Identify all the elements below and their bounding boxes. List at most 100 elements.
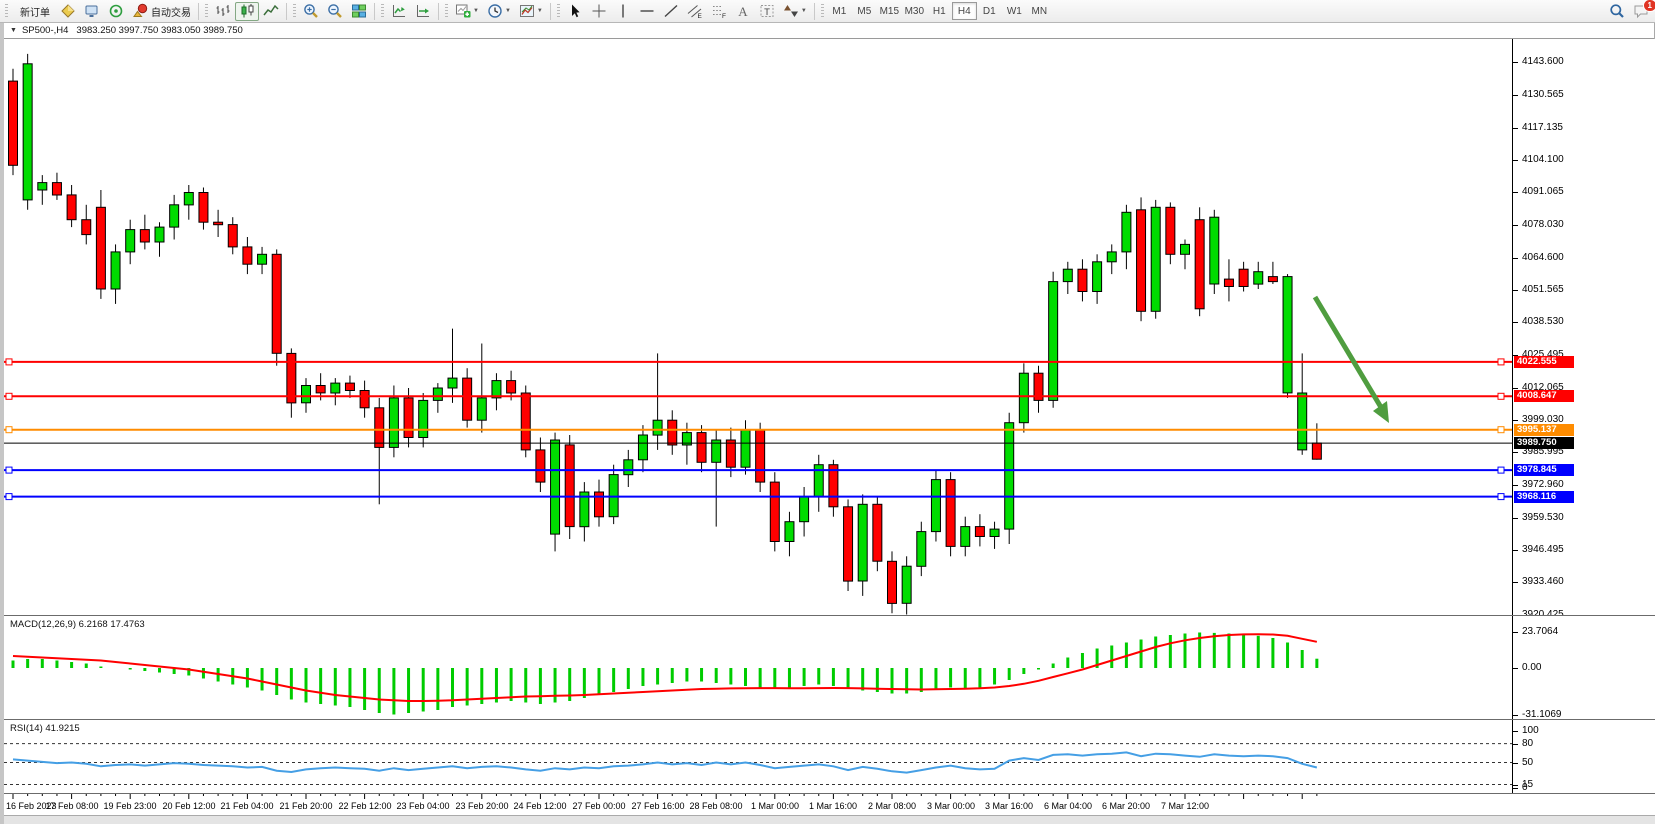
chevron-down-icon[interactable]: ▼ [537, 8, 543, 14]
price-line-label: 3989.750 [1514, 437, 1574, 449]
zoom-out-icon[interactable] [323, 2, 347, 21]
timeframe-m1-button[interactable]: M1 [827, 2, 852, 20]
trendline-icon[interactable] [659, 2, 683, 21]
fibonacci-icon[interactable]: F [707, 2, 731, 21]
time-tick: 23 Feb 04:00 [396, 801, 449, 811]
price-chart-panel: 4143.6004130.5654117.1354104.1004091.065… [4, 39, 1655, 615]
timeframe-m5-button[interactable]: M5 [852, 2, 877, 20]
add-indicator-icon[interactable]: ▼ [451, 2, 483, 21]
time-tick: 6 Mar 20:00 [1102, 801, 1150, 811]
price-tick: 4117.135 [1522, 122, 1563, 133]
ticket-icon[interactable] [56, 2, 80, 21]
cursor-icon[interactable] [563, 2, 587, 21]
price-tick: 4143.600 [1522, 56, 1564, 67]
line-chart-icon[interactable] [259, 2, 283, 21]
autotrade-button[interactable]: 自动交易 [128, 2, 195, 21]
shapes-icon[interactable]: ▼ [779, 2, 811, 21]
macd-signal-line [13, 634, 1317, 701]
main-toolbar: 新订单 自动交易 ▼ ▼ ▼ EFAT ▼ M1M5M15M30H1H4D1W1MN 1 [0, 0, 1655, 23]
rsi-scale-tick: 100 [1522, 725, 1539, 736]
price-line-4008.647[interactable] [4, 393, 1512, 399]
candlestick-chart-icon[interactable] [235, 2, 259, 21]
toolbar-grip[interactable] [293, 4, 296, 19]
macd-panel: MACD(12,26,9) 6.2168 17.4763 23.70640.00… [4, 615, 1655, 719]
toolbar-grip[interactable] [557, 4, 560, 19]
timeframe-mn-button[interactable]: MN [1027, 2, 1052, 20]
time-tick: 2 Mar 08:00 [868, 801, 916, 811]
price-tick: 3959.530 [1522, 512, 1564, 523]
rsi-label: RSI(14) 41.9215 [10, 723, 80, 734]
chevron-down-icon[interactable]: ▼ [505, 8, 511, 14]
channel-icon[interactable]: E [683, 2, 707, 21]
text-label-icon[interactable]: T [755, 2, 779, 21]
auto-scroll-icon[interactable] [387, 2, 411, 21]
time-tick: 28 Feb 08:00 [689, 801, 742, 811]
toolbar-grip[interactable] [5, 4, 8, 19]
search-icon[interactable] [1605, 2, 1629, 21]
rsi-panel: RSI(14) 41.9215 1008050150 [4, 719, 1655, 793]
price-tick: 3972.960 [1522, 479, 1564, 490]
timeframe-h1-button[interactable]: H1 [927, 2, 952, 20]
toolbar-grip[interactable] [821, 4, 824, 19]
price-line-label: 3978.845 [1514, 464, 1574, 476]
price-tick: 4064.600 [1522, 252, 1564, 263]
chat-icon[interactable]: 1 [1629, 2, 1653, 21]
toolbar-grip[interactable] [381, 4, 384, 19]
vertical-line-icon[interactable] [611, 2, 635, 21]
macd-values: 6.2168 17.4763 [79, 619, 145, 630]
template-icon[interactable]: ▼ [515, 2, 547, 21]
new-order-button[interactable]: 新订单 [11, 2, 56, 21]
time-tick: 22 Feb 12:00 [338, 801, 391, 811]
bar-chart-icon[interactable] [211, 2, 235, 21]
price-tick: 4130.565 [1522, 89, 1564, 100]
toolbar-grip[interactable] [445, 4, 448, 19]
crosshair-icon[interactable] [587, 2, 611, 21]
timeframe-w1-button[interactable]: W1 [1002, 2, 1027, 20]
chevron-down-icon[interactable]: ▼ [801, 8, 807, 14]
macd-label: MACD(12,26,9) 6.2168 17.4763 [10, 619, 145, 630]
timeframe-m30-button[interactable]: M30 [902, 2, 927, 20]
rsi-scale-tick: 0 [1522, 782, 1528, 793]
svg-text:E: E [697, 13, 702, 19]
macd-canvas[interactable] [4, 616, 1512, 720]
time-tick: 7 Mar 12:00 [1161, 801, 1209, 811]
zoom-in-icon[interactable] [299, 2, 323, 21]
timeframe-d1-button[interactable]: D1 [977, 2, 1002, 20]
price-axis: 4143.6004130.5654117.1354104.1004091.065… [1512, 39, 1655, 615]
rsi-value: 41.9215 [45, 723, 79, 734]
time-tick: 3 Mar 00:00 [927, 801, 975, 811]
toolbar-grip[interactable] [205, 4, 208, 19]
price-chart-canvas[interactable] [4, 39, 1512, 615]
price-line-label: 3968.116 [1514, 491, 1574, 503]
timeframe-h4-button[interactable]: H4 [952, 2, 977, 20]
time-axis[interactable]: 16 Feb 202317 Feb 08:0019 Feb 23:0020 Fe… [4, 793, 1655, 815]
time-tick: 21 Feb 20:00 [279, 801, 332, 811]
rsi-canvas[interactable] [4, 720, 1512, 794]
price-line-label: 4022.555 [1514, 356, 1574, 368]
svg-text:A: A [738, 4, 748, 19]
time-tick: 19 Feb 23:00 [103, 801, 156, 811]
sell-signal-arrow[interactable] [1315, 297, 1389, 423]
chart-window: ▼ SP500-,H4 3983.250 3997.750 3983.050 3… [0, 23, 1655, 824]
period-clock-icon[interactable]: ▼ [483, 2, 515, 21]
macd-scale-tick: 0.00 [1522, 662, 1541, 673]
one-click-dropdown-icon[interactable]: ▼ [10, 27, 17, 34]
toolbar-separator [198, 3, 199, 20]
candles [9, 54, 1322, 615]
chevron-down-icon[interactable]: ▼ [473, 8, 479, 14]
time-tick: 20 Feb 12:00 [162, 801, 215, 811]
terminal-icon[interactable] [80, 2, 104, 21]
text-icon[interactable]: A [731, 2, 755, 21]
signals-icon[interactable] [104, 2, 128, 21]
price-line-3968.116[interactable] [4, 494, 1512, 500]
toolbar-separator [550, 3, 551, 20]
chart-shift-icon[interactable] [411, 2, 435, 21]
price-tick: 3933.460 [1522, 576, 1564, 587]
horizontal-line-icon[interactable] [635, 2, 659, 21]
toolbar-separator [438, 3, 439, 20]
macd-axis: 23.70640.00-31.1069 [1512, 616, 1655, 719]
window-bottom-strip [4, 815, 1655, 824]
price-tick: 3946.495 [1522, 544, 1564, 555]
tile-windows-icon[interactable] [347, 2, 371, 21]
timeframe-m15-button[interactable]: M15 [877, 2, 902, 20]
